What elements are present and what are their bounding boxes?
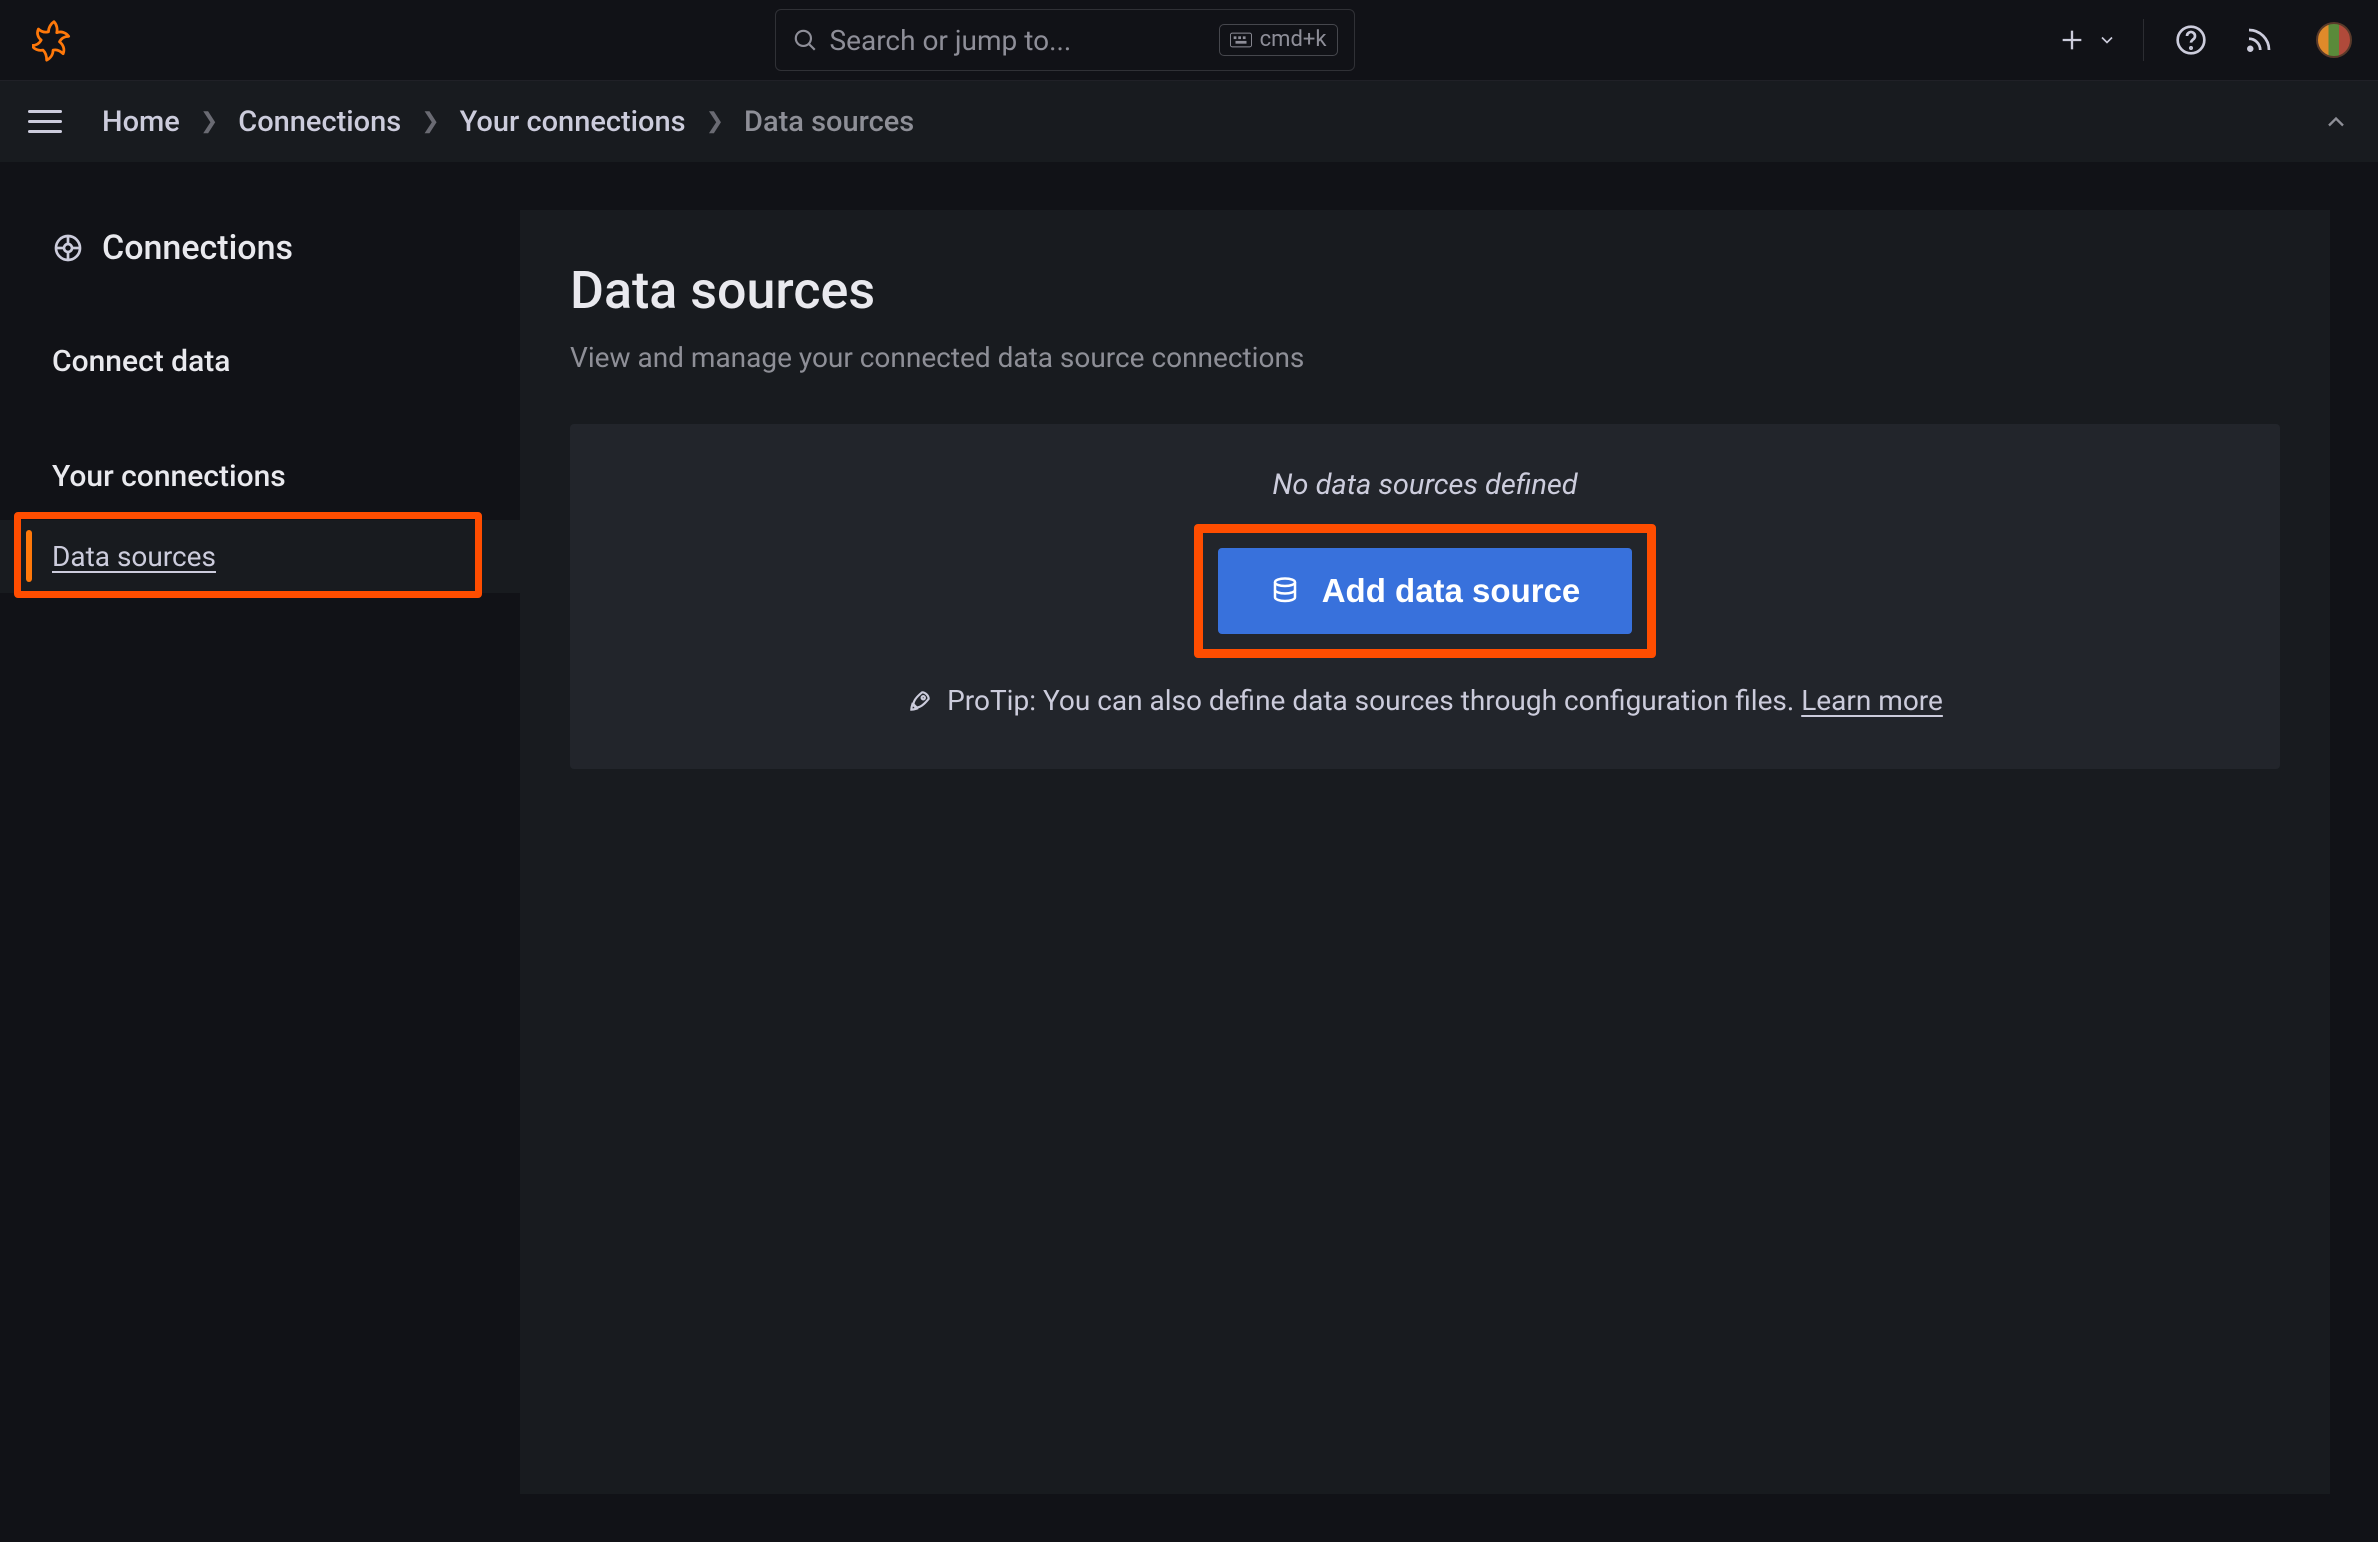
sidebar-title: Connections — [0, 228, 520, 268]
add-menu-button[interactable] — [2051, 19, 2093, 61]
sidebar-item-connect-data[interactable]: Connect data — [0, 320, 520, 403]
news-button[interactable] — [2238, 19, 2280, 61]
sidebar: Connections Connect data Your connection… — [0, 162, 520, 1542]
database-icon — [1270, 576, 1300, 606]
chevron-right-icon: ❯ — [421, 109, 439, 134]
rocket-icon — [907, 688, 933, 714]
learn-more-link[interactable]: Learn more — [1801, 684, 1943, 717]
active-indicator — [26, 530, 32, 582]
search-icon — [792, 27, 818, 53]
breadcrumb-bar: Home ❯ Connections ❯ Your connections ❯ … — [0, 80, 2378, 162]
search-shortcut: cmd+k — [1219, 24, 1338, 56]
global-search[interactable]: Search or jump to... cmd+k — [775, 9, 1355, 71]
page-title: Data sources — [570, 260, 2280, 321]
breadcrumb-connections[interactable]: Connections — [238, 105, 401, 139]
sidebar-item-your-connections[interactable]: Your connections — [0, 435, 520, 518]
empty-state-card: No data sources defined Add data source — [570, 424, 2280, 769]
breadcrumb-data-sources: Data sources — [744, 105, 914, 139]
chevron-right-icon: ❯ — [706, 109, 724, 134]
chevron-down-icon[interactable] — [2097, 30, 2117, 50]
breadcrumb: Home ❯ Connections ❯ Your connections ❯ … — [102, 105, 2322, 139]
user-avatar[interactable] — [2316, 22, 2352, 58]
search-placeholder: Search or jump to... — [830, 24, 1207, 57]
page-subtitle: View and manage your connected data sour… — [570, 341, 2280, 374]
grafana-logo-icon[interactable] — [30, 16, 78, 64]
top-toolbar: Search or jump to... cmd+k — [0, 0, 2378, 80]
breadcrumb-home[interactable]: Home — [102, 105, 180, 139]
connections-icon — [52, 232, 84, 264]
help-button[interactable] — [2170, 19, 2212, 61]
sidebar-item-data-sources[interactable]: Data sources — [0, 520, 520, 593]
empty-state-message: No data sources defined — [590, 468, 2260, 502]
breadcrumb-your-connections[interactable]: Your connections — [460, 105, 686, 139]
chevron-right-icon: ❯ — [200, 109, 218, 134]
add-data-source-label: Add data source — [1322, 572, 1581, 610]
dock-menu-button[interactable] — [28, 100, 72, 144]
page-panel: Data sources View and manage your connec… — [520, 210, 2330, 1494]
kiosk-toggle-button[interactable] — [2322, 108, 2350, 136]
protip-text: ProTip: You can also define data sources… — [590, 684, 2260, 717]
add-data-source-button[interactable]: Add data source — [1218, 548, 1633, 634]
